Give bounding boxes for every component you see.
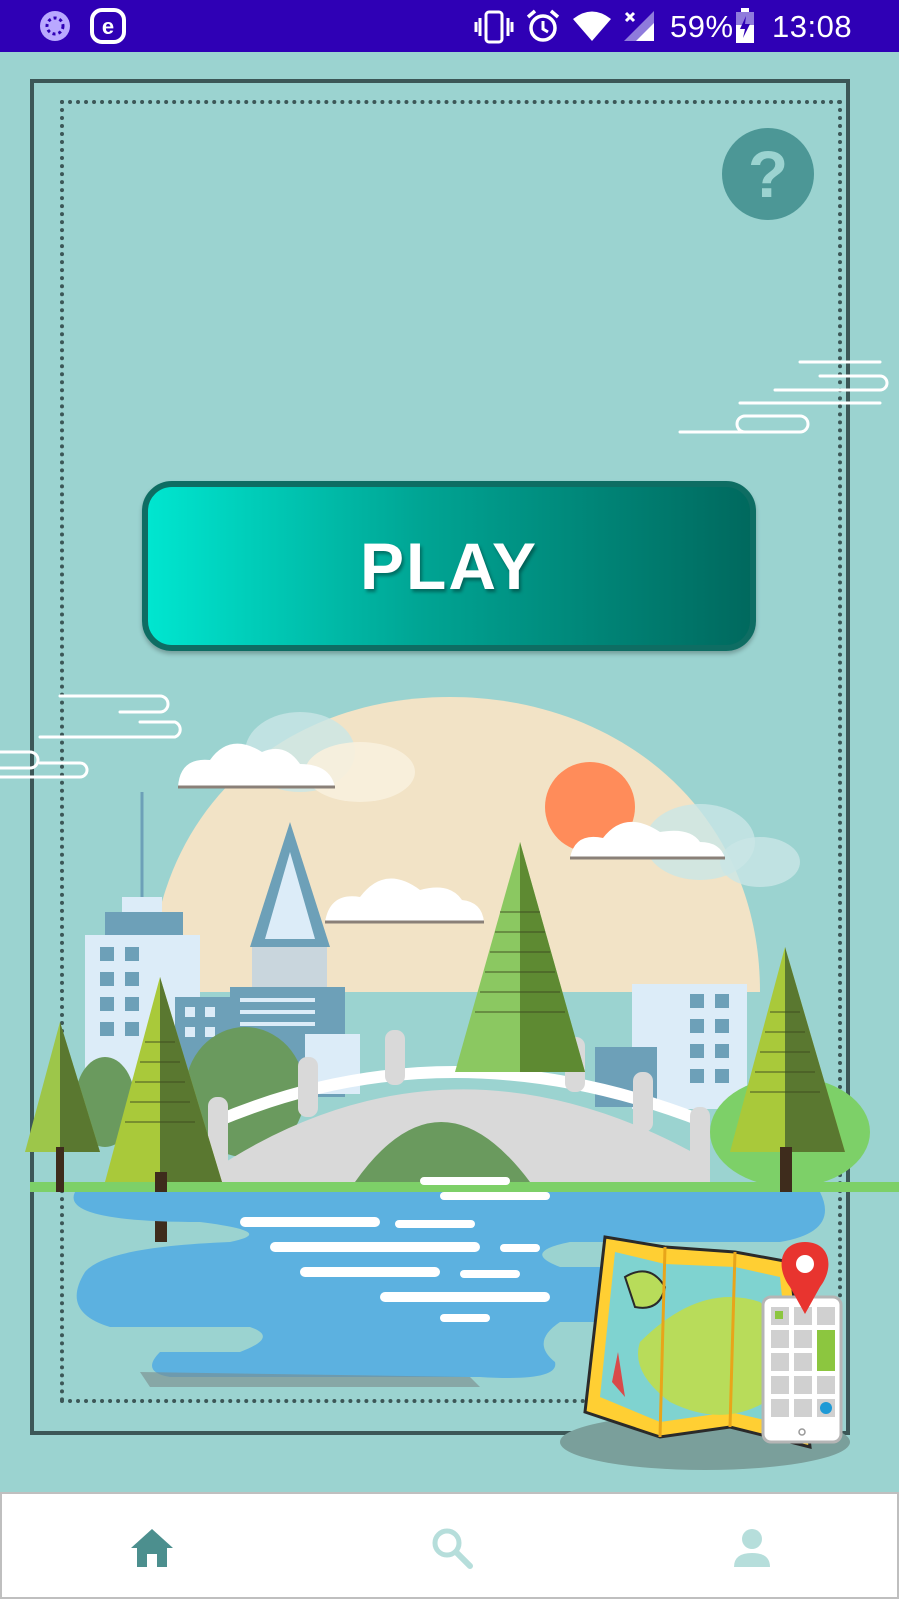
search-icon — [432, 1528, 473, 1569]
nav-search-button[interactable] — [422, 1518, 482, 1578]
svg-text:e: e — [102, 14, 114, 39]
home-icon — [131, 1529, 173, 1567]
battery-percent: 59% — [670, 9, 734, 44]
nav-profile-button[interactable] — [722, 1518, 782, 1578]
clock: 13:08 — [772, 9, 853, 44]
map-phone-illustration — [560, 1235, 850, 1470]
main-screen: ? PLAY — [0, 52, 899, 1492]
spinner-app-icon — [40, 11, 70, 41]
battery-charging-icon — [736, 8, 754, 43]
wifi-icon — [573, 11, 611, 41]
status-bar: e 59% 13:08 — [0, 0, 899, 52]
alarm-icon — [526, 9, 560, 42]
e-app-icon: e — [90, 8, 126, 44]
vibrate-icon — [474, 10, 514, 44]
nav-home-button[interactable] — [122, 1518, 182, 1578]
bottom-navigation-bar — [0, 1492, 899, 1599]
profile-icon — [734, 1529, 770, 1567]
signal-icon — [624, 11, 654, 41]
